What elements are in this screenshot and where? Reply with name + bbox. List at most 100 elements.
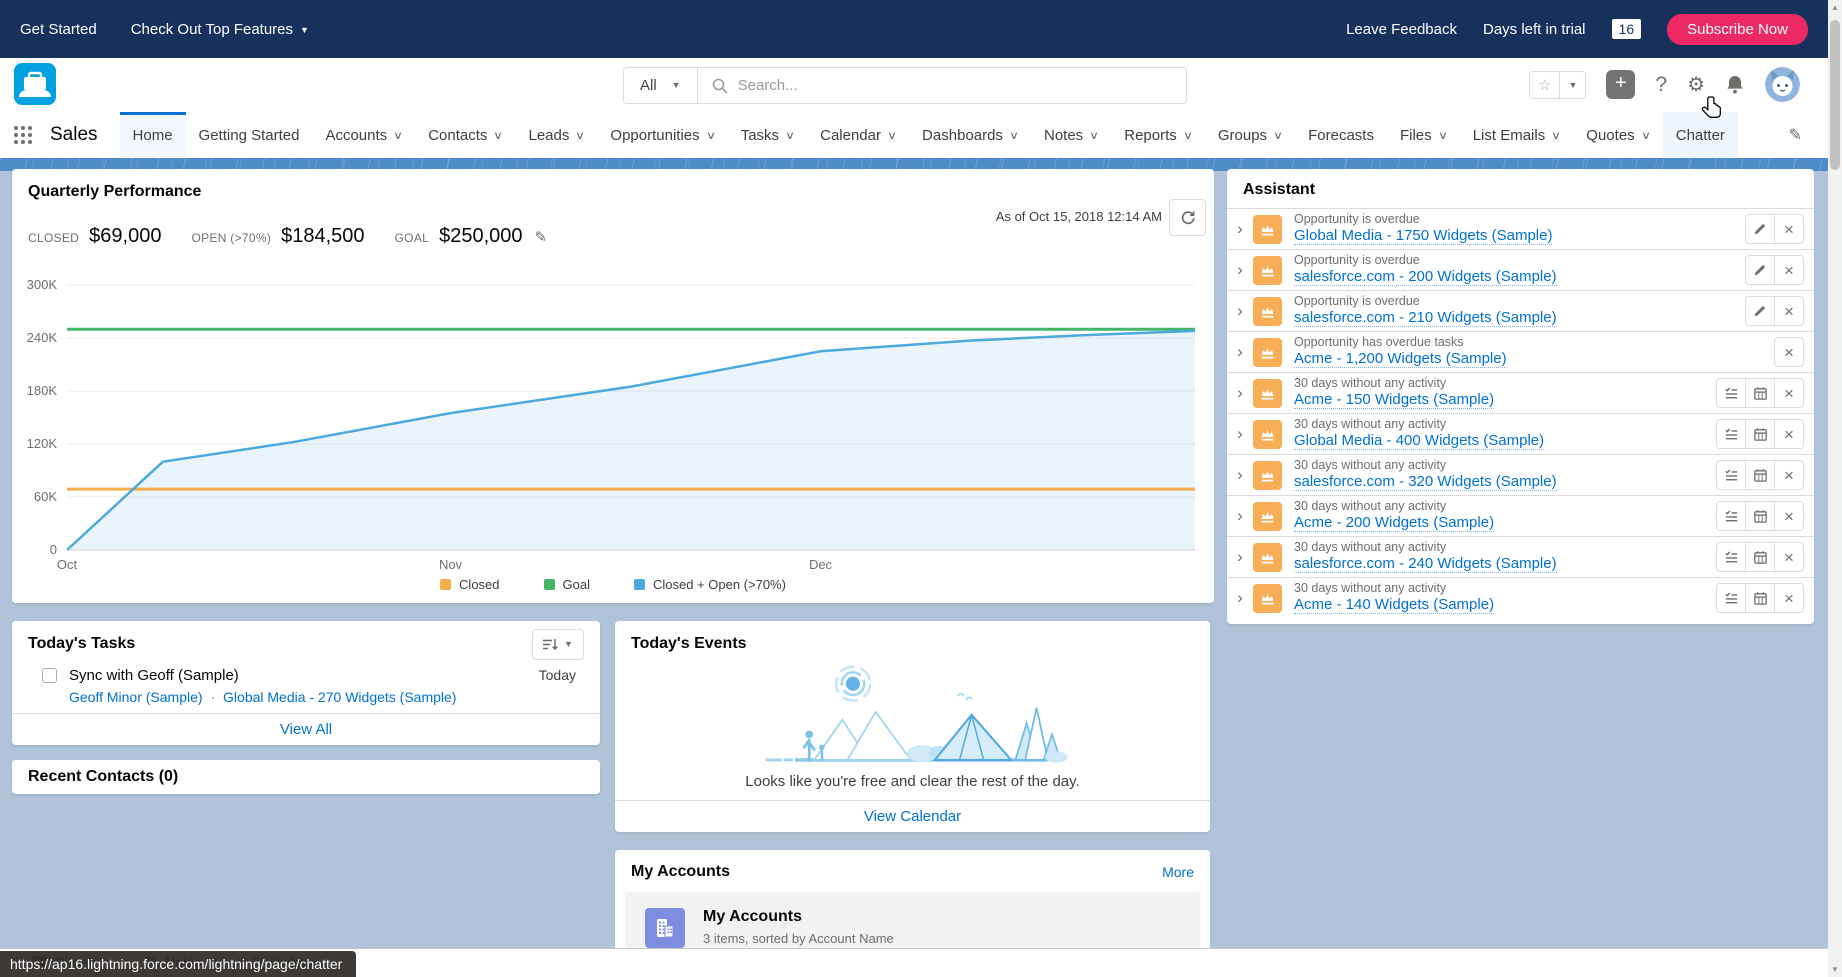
assistant-item-link[interactable]: salesforce.com - 200 Widgets (Sample): [1294, 269, 1557, 286]
expand-chevron-icon[interactable]: ›: [1227, 342, 1253, 362]
dismiss-button[interactable]: ×: [1774, 255, 1804, 285]
nav-tab[interactable]: Tasks ∨: [728, 112, 807, 158]
dismiss-button[interactable]: ×: [1774, 542, 1804, 572]
opportunity-crown-icon: [1253, 543, 1282, 572]
leave-feedback-link[interactable]: Leave Feedback: [1346, 21, 1457, 38]
dismiss-button[interactable]: ×: [1774, 501, 1804, 531]
create-task-button[interactable]: [1716, 542, 1746, 572]
expand-chevron-icon[interactable]: ›: [1227, 260, 1253, 280]
dismiss-button[interactable]: ×: [1774, 214, 1804, 244]
dismiss-button[interactable]: ×: [1774, 296, 1804, 326]
create-event-button[interactable]: [1745, 542, 1775, 572]
assistant-item-link[interactable]: Acme - 150 Widgets (Sample): [1294, 392, 1494, 409]
expand-chevron-icon[interactable]: ›: [1227, 219, 1253, 239]
setup-gear-icon[interactable]: ⚙: [1687, 72, 1705, 97]
scrollbar-thumb[interactable]: [1830, 20, 1840, 170]
dismiss-button[interactable]: ×: [1774, 460, 1804, 490]
task-sort-button[interactable]: ▼: [532, 629, 584, 660]
dismiss-button[interactable]: ×: [1774, 583, 1804, 613]
expand-chevron-icon[interactable]: ›: [1227, 506, 1253, 526]
create-task-button[interactable]: [1716, 583, 1746, 613]
nav-tab[interactable]: List Emails ∨: [1460, 112, 1574, 158]
view-calendar-link[interactable]: View Calendar: [864, 808, 961, 825]
edit-nav-pencil-icon[interactable]: ✎: [1763, 112, 1828, 158]
expand-chevron-icon[interactable]: ›: [1227, 588, 1253, 608]
assistant-item: › Opportunity is overdue salesforce.com …: [1227, 249, 1814, 290]
help-icon[interactable]: ?: [1655, 73, 1667, 97]
dismiss-button[interactable]: ×: [1774, 378, 1804, 408]
task-name[interactable]: Sync with Geoff (Sample): [69, 667, 239, 684]
edit-button[interactable]: [1745, 296, 1775, 326]
assistant-item-actions: ×: [1745, 214, 1804, 244]
create-event-button[interactable]: [1745, 583, 1775, 613]
expand-chevron-icon[interactable]: ›: [1227, 383, 1253, 403]
scroll-up-arrow[interactable]: ▲: [1828, 0, 1842, 15]
nav-tab[interactable]: Home: [120, 112, 186, 158]
nav-tab[interactable]: Opportunities ∨: [597, 112, 727, 158]
nav-tab[interactable]: Groups ∨: [1205, 112, 1295, 158]
nav-tab[interactable]: Chatter: [1663, 112, 1738, 158]
scroll-down-arrow[interactable]: ▼: [1828, 962, 1842, 977]
task-list-icon: [1724, 509, 1739, 524]
top-features-menu[interactable]: Check Out Top Features▼: [131, 21, 309, 38]
edit-button[interactable]: [1745, 214, 1775, 244]
dismiss-button[interactable]: ×: [1774, 337, 1804, 367]
task-opportunity-link[interactable]: Global Media - 270 Widgets (Sample): [223, 689, 456, 705]
nav-tab[interactable]: Quotes ∨: [1573, 112, 1662, 158]
edit-button[interactable]: [1745, 255, 1775, 285]
expand-chevron-icon[interactable]: ›: [1227, 547, 1253, 567]
pencil-icon: [1753, 263, 1767, 277]
task-contact-link[interactable]: Geoff Minor (Sample): [69, 689, 203, 705]
subscribe-now-button[interactable]: Subscribe Now: [1667, 14, 1808, 45]
more-link[interactable]: More: [1162, 864, 1194, 880]
assistant-item-title: Opportunity is overdue: [1294, 295, 1557, 308]
recent-contacts-card[interactable]: Recent Contacts (0): [12, 760, 600, 794]
page-scrollbar[interactable]: ▲ ▼: [1828, 0, 1842, 977]
nav-tab[interactable]: Reports ∨: [1111, 112, 1205, 158]
assistant-item-link[interactable]: salesforce.com - 320 Widgets (Sample): [1294, 474, 1557, 491]
notifications-bell-icon[interactable]: [1725, 74, 1745, 95]
dismiss-button[interactable]: ×: [1774, 419, 1804, 449]
salesforce-cloud-logo[interactable]: [14, 63, 56, 105]
favorites-star-icon[interactable]: ☆: [1530, 72, 1559, 98]
global-actions-icon[interactable]: +: [1606, 70, 1635, 99]
create-task-button[interactable]: [1716, 419, 1746, 449]
create-event-button[interactable]: [1745, 460, 1775, 490]
expand-chevron-icon[interactable]: ›: [1227, 465, 1253, 485]
caret-down-icon: ▼: [300, 25, 309, 35]
expand-chevron-icon[interactable]: ›: [1227, 301, 1253, 321]
user-avatar[interactable]: [1765, 67, 1800, 102]
create-task-button[interactable]: [1716, 501, 1746, 531]
create-task-button[interactable]: [1716, 378, 1746, 408]
create-event-button[interactable]: [1745, 378, 1775, 408]
create-event-button[interactable]: [1745, 419, 1775, 449]
task-checkbox[interactable]: [42, 668, 57, 683]
favorites-caret-icon[interactable]: ▼: [1559, 72, 1585, 98]
nav-tab[interactable]: Files ∨: [1387, 112, 1460, 158]
assistant-item-link[interactable]: Acme - 140 Widgets (Sample): [1294, 597, 1494, 614]
nav-tab[interactable]: Calendar ∨: [807, 112, 909, 158]
expand-chevron-icon[interactable]: ›: [1227, 424, 1253, 444]
nav-tab[interactable]: Contacts ∨: [415, 112, 515, 158]
refresh-button[interactable]: [1169, 199, 1206, 236]
assistant-item-link[interactable]: Acme - 1,200 Widgets (Sample): [1294, 351, 1507, 368]
create-event-button[interactable]: [1745, 501, 1775, 531]
assistant-item-link[interactable]: Global Media - 400 Widgets (Sample): [1294, 433, 1544, 450]
create-task-button[interactable]: [1716, 460, 1746, 490]
nav-tab[interactable]: Leads ∨: [515, 112, 597, 158]
nav-tab[interactable]: Getting Started: [186, 112, 313, 158]
assistant-item-link[interactable]: salesforce.com - 210 Widgets (Sample): [1294, 310, 1557, 327]
get-started-link[interactable]: Get Started: [20, 21, 97, 38]
nav-tab[interactable]: Forecasts: [1295, 112, 1387, 158]
assistant-item-link[interactable]: salesforce.com - 240 Widgets (Sample): [1294, 556, 1557, 573]
search-input[interactable]: [738, 77, 1172, 94]
view-all-link[interactable]: View All: [280, 721, 332, 738]
edit-goal-pencil-icon[interactable]: ✎: [535, 228, 548, 246]
assistant-item-link[interactable]: Acme - 200 Widgets (Sample): [1294, 515, 1494, 532]
app-launcher-waffle-icon[interactable]: [0, 112, 46, 158]
search-scope-selector[interactable]: All▼: [624, 68, 698, 103]
nav-tab[interactable]: Accounts ∨: [312, 112, 415, 158]
nav-tab[interactable]: Notes ∨: [1031, 112, 1111, 158]
assistant-item-link[interactable]: Global Media - 1750 Widgets (Sample): [1294, 228, 1552, 245]
nav-tab[interactable]: Dashboards ∨: [909, 112, 1031, 158]
